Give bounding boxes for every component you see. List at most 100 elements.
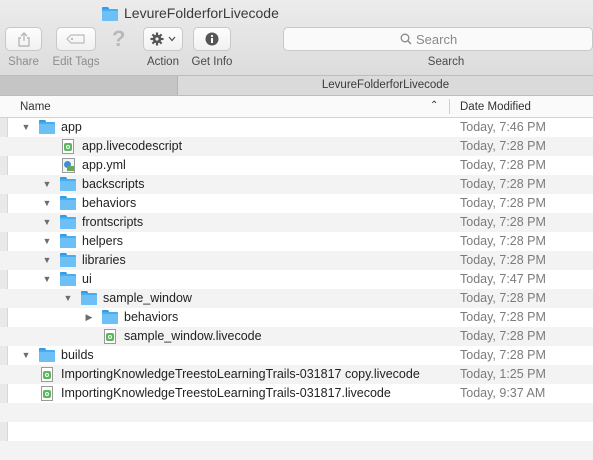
tab-levure-folder[interactable]: LevureFolderforLivecode [178, 76, 593, 95]
disclosure-open-icon[interactable]: ▼ [41, 251, 53, 270]
disclosure-open-icon[interactable]: ▼ [20, 118, 32, 137]
get-info-label: Get Info [191, 56, 233, 68]
disclosure-closed-icon[interactable]: ▶ [83, 308, 95, 327]
date-modified: Today, 7:28 PM [460, 329, 546, 343]
file-row[interactable]: ImportingKnowledgeTreestoLearningTrails-… [0, 384, 593, 403]
date-modified: Today, 9:37 AM [460, 386, 546, 400]
livecode-file-icon [104, 329, 116, 344]
get-info-button[interactable] [193, 27, 231, 51]
file-name: app.livecodescript [82, 139, 183, 153]
search-input[interactable] [412, 31, 476, 47]
file-name: behaviors [124, 310, 179, 324]
folder-row[interactable]: ▼ behaviors Today, 7:28 PM [0, 194, 593, 213]
disclosure-open-icon[interactable]: ▼ [41, 232, 53, 251]
file-name: helpers [82, 234, 123, 248]
date-modified: Today, 7:28 PM [460, 291, 546, 305]
window-title: LevureFolderforLivecode [102, 3, 279, 23]
share-button[interactable] [5, 27, 42, 51]
tag-icon [66, 34, 85, 44]
edit-tags-button[interactable] [56, 27, 96, 51]
file-name: frontscripts [82, 215, 144, 229]
date-modified: Today, 7:28 PM [460, 253, 546, 267]
share-label: Share [8, 56, 39, 68]
question-mark-icon: ? [112, 26, 126, 51]
info-icon [205, 32, 219, 46]
file-row[interactable]: app.yml Today, 7:28 PM [0, 156, 593, 175]
folder-icon [102, 6, 119, 21]
folder-row[interactable]: ▶ behaviors Today, 7:28 PM [0, 308, 593, 327]
date-modified: Today, 7:28 PM [460, 177, 546, 191]
folder-icon [60, 196, 76, 211]
chevron-down-icon [168, 36, 176, 42]
folder-row[interactable]: ▼ libraries Today, 7:28 PM [0, 251, 593, 270]
yml-file-icon [62, 158, 75, 173]
file-name: ImportingKnowledgeTreestoLearningTrails-… [61, 367, 420, 381]
file-list: ▼ app Today, 7:46 PM app.livecodescript Toda… [0, 118, 593, 460]
livecode-file-icon [41, 367, 53, 382]
date-modified: Today, 7:28 PM [460, 348, 546, 362]
column-divider[interactable] [449, 99, 450, 114]
date-modified: Today, 7:46 PM [460, 120, 546, 134]
folder-icon [81, 291, 97, 306]
disclosure-open-icon[interactable]: ▼ [20, 346, 32, 365]
file-row[interactable]: sample_window.livecode Today, 7:28 PM [0, 327, 593, 346]
file-name: libraries [82, 253, 126, 267]
folder-row[interactable]: ▼ frontscripts Today, 7:28 PM [0, 213, 593, 232]
date-modified: Today, 7:28 PM [460, 234, 546, 248]
gear-icon [150, 32, 164, 46]
file-name: ui [82, 272, 92, 286]
disclosure-open-icon[interactable]: ▼ [41, 194, 53, 213]
file-name: app [61, 120, 82, 134]
date-modified: Today, 7:28 PM [460, 196, 546, 210]
sidebar-tab-area [0, 76, 178, 95]
file-name: builds [61, 348, 94, 362]
file-name: backscripts [82, 177, 145, 191]
disclosure-open-icon[interactable]: ▼ [62, 289, 74, 308]
date-modified: Today, 7:47 PM [460, 272, 546, 286]
file-name: ImportingKnowledgeTreestoLearningTrails-… [61, 386, 391, 400]
file-name: sample_window [103, 291, 192, 305]
window-title-text: LevureFolderforLivecode [124, 5, 279, 21]
folder-row[interactable]: ▼ builds Today, 7:28 PM [0, 346, 593, 365]
folder-row[interactable]: ▼ sample_window Today, 7:28 PM [0, 289, 593, 308]
finder-toolbar: LevureFolderforLivecode Share Edit Tags … [0, 0, 593, 75]
date-modified: Today, 7:28 PM [460, 310, 546, 324]
disclosure-open-icon[interactable]: ▼ [41, 270, 53, 289]
disclosure-open-icon[interactable]: ▼ [41, 175, 53, 194]
date-modified: Today, 7:28 PM [460, 139, 546, 153]
date-modified: Today, 7:28 PM [460, 158, 546, 172]
file-name: app.yml [82, 158, 126, 172]
date-modified: Today, 7:28 PM [460, 215, 546, 229]
action-button[interactable] [143, 27, 183, 51]
sort-ascending-icon: ⌃ [430, 100, 439, 111]
file-row[interactable]: app.livecodescript Today, 7:28 PM [0, 137, 593, 156]
folder-icon [60, 234, 76, 249]
action-label: Action [147, 56, 179, 68]
file-row[interactable]: ImportingKnowledgeTreestoLearningTrails-… [0, 365, 593, 384]
tab-bar: LevureFolderforLivecode [0, 75, 593, 96]
folder-icon [60, 253, 76, 268]
livecode-file-icon [41, 386, 53, 401]
disclosure-open-icon[interactable]: ▼ [41, 213, 53, 232]
folder-icon [60, 215, 76, 230]
search-field[interactable] [283, 27, 593, 51]
search-icon [400, 33, 412, 45]
empty-row [0, 441, 593, 460]
file-name: sample_window.livecode [124, 329, 262, 343]
file-name: behaviors [82, 196, 137, 210]
folder-icon [60, 272, 76, 287]
folder-row[interactable]: ▼ helpers Today, 7:28 PM [0, 232, 593, 251]
folder-icon [102, 310, 118, 325]
folder-icon [60, 177, 76, 192]
folder-row[interactable]: ▼ app Today, 7:46 PM [0, 118, 593, 137]
livecode-file-icon [62, 139, 74, 154]
share-icon [17, 31, 30, 47]
column-headers: Name ⌃ Date Modified [0, 96, 593, 118]
date-modified-column-header[interactable]: Date Modified [460, 101, 531, 113]
folder-icon [39, 348, 55, 363]
date-modified: Today, 1:25 PM [460, 367, 546, 381]
folder-row[interactable]: ▼ ui Today, 7:47 PM [0, 270, 593, 289]
folder-row[interactable]: ▼ backscripts Today, 7:28 PM [0, 175, 593, 194]
name-column-header[interactable]: Name [20, 101, 51, 113]
empty-row [0, 422, 593, 441]
